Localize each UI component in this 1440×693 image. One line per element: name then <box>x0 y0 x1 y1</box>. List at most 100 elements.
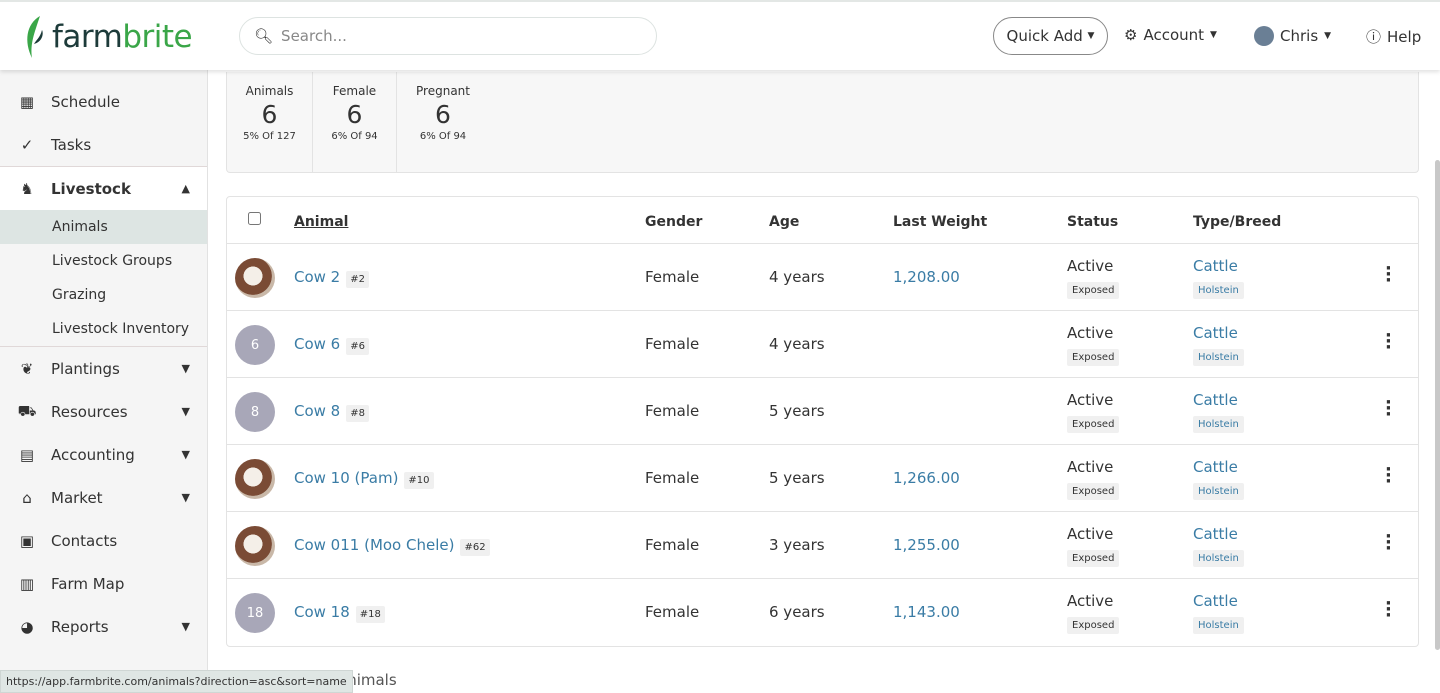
sidebar-subitem-animals[interactable]: Animals <box>0 210 207 244</box>
gender-cell: Female <box>645 603 700 621</box>
map-icon: ▥ <box>19 574 35 593</box>
scrollbar[interactable] <box>1435 160 1440 650</box>
gender-cell: Female <box>645 268 700 286</box>
gender-cell: Female <box>645 536 700 554</box>
sidebar-item-tasks[interactable]: ✓ Tasks <box>0 123 207 166</box>
user-name: Chris <box>1280 27 1319 45</box>
type-link[interactable]: Cattle <box>1193 391 1238 409</box>
caret-down-icon: ▼ <box>1210 30 1217 40</box>
status-cell: Active <box>1067 458 1114 476</box>
caret-down-icon: ▼ <box>1324 31 1332 41</box>
animal-avatar[interactable] <box>235 526 275 566</box>
status-badge: Exposed <box>1067 617 1120 634</box>
table-row: Cow 10 (Pam) #10 Female 5 years 1,266.00 … <box>227 445 1418 512</box>
column-header-gender[interactable]: Gender <box>645 214 702 230</box>
account-menu[interactable]: ⚙ Account ▼ <box>1124 26 1217 44</box>
stat-sub: 6% Of 94 <box>331 131 378 142</box>
stat-value: 6 <box>346 100 363 129</box>
more-vertical-icon[interactable]: · · · <box>1385 528 1392 558</box>
animal-tag: #6 <box>346 338 369 355</box>
type-link[interactable]: Cattle <box>1193 525 1238 543</box>
stat-sub: 6% Of 94 <box>419 131 467 142</box>
sidebar-item-contacts[interactable]: ▣ Contacts <box>0 519 207 562</box>
weight-link[interactable]: 1,143.00 <box>893 603 960 621</box>
gender-cell: Female <box>645 402 700 420</box>
type-link[interactable]: Cattle <box>1193 324 1238 342</box>
avatar-number: 6 <box>250 337 260 353</box>
quick-add-button[interactable]: Quick Add ▼ <box>993 17 1108 55</box>
type-link[interactable]: Cattle <box>1193 458 1238 476</box>
chevron-down-icon: ▼ <box>181 362 190 375</box>
breed-badge: Holstein <box>1193 550 1244 567</box>
status-badge: Exposed <box>1067 550 1120 567</box>
table-row: Cow 011 (Moo Chele) #62 Female 3 years 1,… <box>227 512 1418 579</box>
weight-link[interactable]: 1,266.00 <box>893 469 960 487</box>
animal-avatar[interactable]: 6 <box>235 325 275 365</box>
status-cell: Active <box>1067 257 1114 275</box>
gender-cell: Female <box>645 469 700 487</box>
animal-name-link[interactable]: Cow 011 (Moo Chele) <box>294 536 454 554</box>
sidebar-subitem-grazing[interactable]: Grazing <box>0 278 207 312</box>
sidebar-subitem-livestock-groups[interactable]: Livestock Groups <box>0 244 207 278</box>
sidebar-item-livestock[interactable]: ♞ Livestock ▲ <box>0 167 207 210</box>
more-vertical-icon[interactable]: · · · <box>1385 260 1392 290</box>
animal-avatar[interactable]: 18 <box>235 593 275 633</box>
help-link[interactable]: ⓘ Help <box>1366 26 1421 47</box>
animal-name-link[interactable]: Cow 6 <box>294 335 340 353</box>
search-input[interactable]: 🔍︎ Search... <box>239 17 657 55</box>
nav-label: Reports <box>51 617 109 636</box>
animal-avatar[interactable] <box>235 258 275 298</box>
type-link[interactable]: Cattle <box>1193 592 1238 610</box>
weight-link[interactable]: 1,255.00 <box>893 536 960 554</box>
farmbrite-logo[interactable]: farmbrite <box>24 14 193 60</box>
animal-name-link[interactable]: Cow 18 <box>294 603 350 621</box>
nav-label: Livestock <box>51 179 131 198</box>
breed-badge: Holstein <box>1193 282 1244 299</box>
sidebar-item-schedule[interactable]: ▦ Schedule <box>0 80 207 123</box>
column-header-age[interactable]: Age <box>769 214 799 230</box>
animal-name-link[interactable]: Cow 10 (Pam) <box>294 469 398 487</box>
nav-label: Market <box>51 488 103 507</box>
question-circle-icon: ⓘ <box>1366 28 1382 46</box>
nav-label: Schedule <box>51 92 120 111</box>
age-cell: 3 years <box>769 536 825 554</box>
animal-avatar[interactable] <box>235 459 275 499</box>
more-vertical-icon[interactable]: · · · <box>1385 595 1392 625</box>
quick-add-label: Quick Add <box>1006 27 1083 45</box>
column-header-type-breed[interactable]: Type/Breed <box>1193 214 1281 230</box>
breed-badge: Holstein <box>1193 349 1244 366</box>
animal-avatar[interactable]: 8 <box>235 392 275 432</box>
caret-down-icon: ▼ <box>1087 31 1095 41</box>
type-link[interactable]: Cattle <box>1193 257 1238 275</box>
chevron-down-icon: ▼ <box>181 620 190 633</box>
column-header-last-weight[interactable]: Last Weight <box>893 214 987 230</box>
column-header-animal[interactable]: Animal <box>294 214 348 230</box>
more-vertical-icon[interactable]: · · · <box>1385 394 1392 424</box>
animal-name-link[interactable]: Cow 8 <box>294 402 340 420</box>
sidebar-item-reports[interactable]: ◕ Reports ▼ <box>0 605 207 648</box>
sidebar-item-accounting[interactable]: ▤ Accounting ▼ <box>0 433 207 476</box>
weight-link[interactable]: 1,208.00 <box>893 268 960 286</box>
breed-badge: Holstein <box>1193 483 1244 500</box>
stat-sub: 5% Of 127 <box>243 131 296 142</box>
sidebar-item-plantings[interactable]: ❦ Plantings ▼ <box>0 347 207 390</box>
sidebar-subitem-livestock-inventory[interactable]: Livestock Inventory <box>0 312 207 346</box>
sidebar-item-market[interactable]: ⌂ Market ▼ <box>0 476 207 519</box>
user-menu[interactable]: Chris ▼ <box>1254 26 1331 46</box>
animals-table: Animal Gender Age Last Weight Status Typ… <box>226 196 1419 647</box>
status-cell: Active <box>1067 592 1114 610</box>
breed-badge: Holstein <box>1193 416 1244 433</box>
pie-chart-icon: ◕ <box>20 617 34 636</box>
select-all-checkbox[interactable] <box>248 212 261 225</box>
browser-status-url: https://app.farmbrite.com/animals?direct… <box>0 670 353 693</box>
sidebar-item-farm-map[interactable]: ▥ Farm Map <box>0 562 207 605</box>
animal-tag: #8 <box>346 405 369 422</box>
sidebar-item-resources[interactable]: ⛟ Resources ▼ <box>0 390 207 433</box>
animal-name-link[interactable]: Cow 2 <box>294 268 340 286</box>
status-cell: Active <box>1067 324 1114 342</box>
table-row: 18 Cow 18 #18 Female 6 years 1,143.00 Act… <box>227 579 1418 646</box>
animal-tag: #18 <box>355 606 385 623</box>
more-vertical-icon[interactable]: · · · <box>1385 461 1392 491</box>
more-vertical-icon[interactable]: · · · <box>1385 327 1392 357</box>
column-header-status[interactable]: Status <box>1067 214 1118 230</box>
